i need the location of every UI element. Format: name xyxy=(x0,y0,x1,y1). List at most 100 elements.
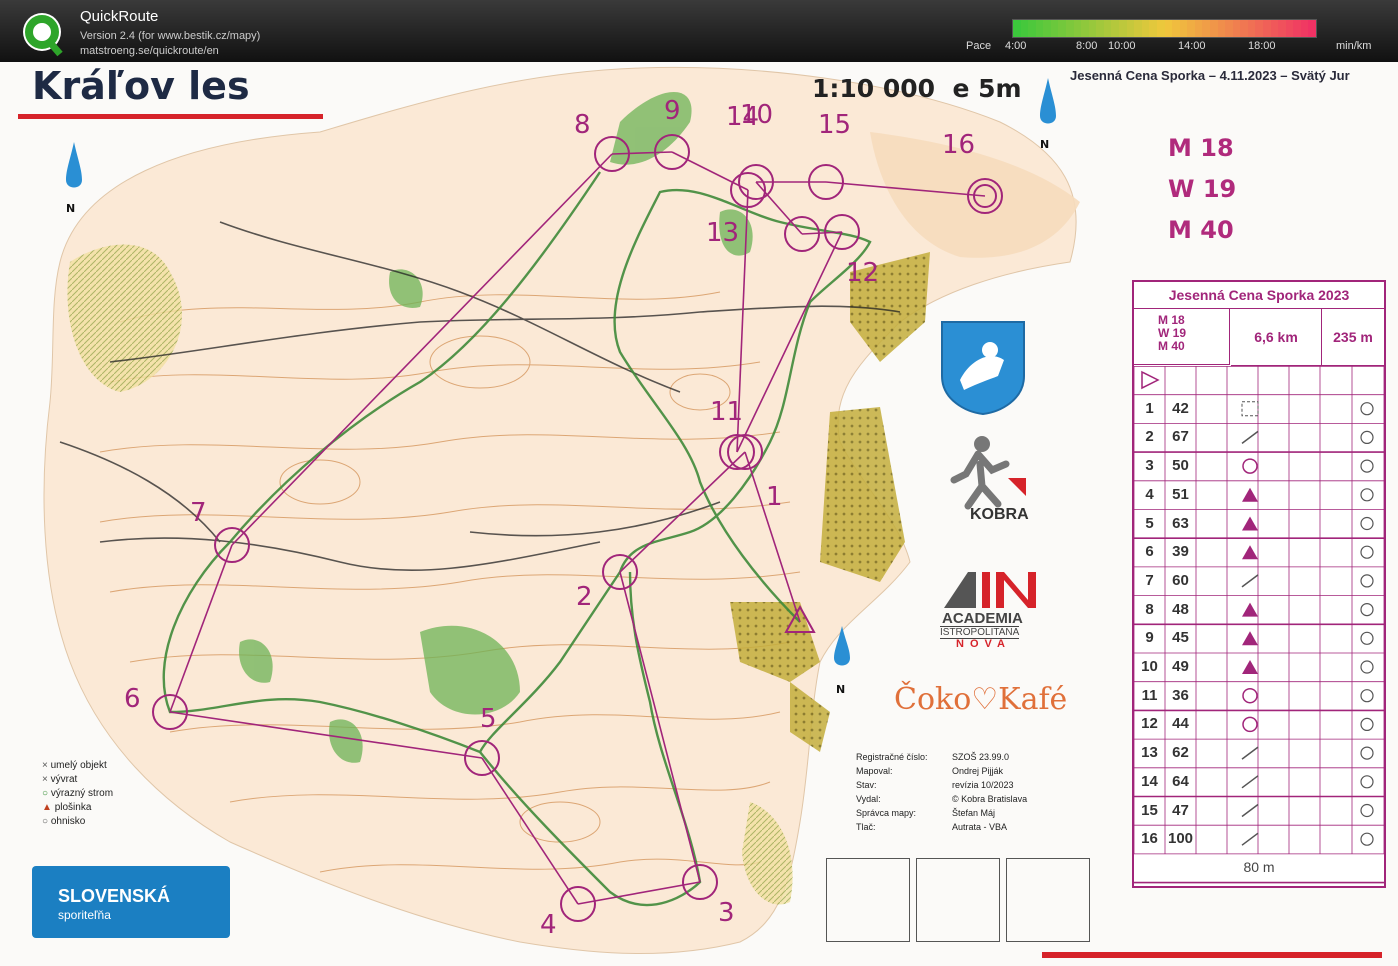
control-circle[interactable] xyxy=(602,554,638,590)
position-symbol-icon xyxy=(1360,717,1374,731)
academia-logo-icon xyxy=(944,572,1036,608)
info-label: Vydal: xyxy=(856,794,881,804)
control-number: 6 xyxy=(124,684,141,714)
feature-symbol-icon xyxy=(1241,803,1259,818)
control-number: 3 xyxy=(718,898,735,928)
legend-item: × vývrat xyxy=(42,774,78,785)
academia-line1: ACADEMIA xyxy=(942,610,1023,627)
control-circle[interactable] xyxy=(808,164,844,200)
info-label: Správca mapy: xyxy=(856,808,917,818)
coat-of-arms-icon xyxy=(941,321,1025,416)
position-symbol-icon xyxy=(1360,746,1374,760)
feature-symbol-icon xyxy=(1242,602,1258,617)
legend-item: × umelý objekt xyxy=(42,760,107,771)
desc-finish-distance: 80 m xyxy=(1243,859,1275,875)
control-sequence: 4 xyxy=(1145,485,1154,503)
control-code: 50 xyxy=(1172,457,1189,475)
info-label: Registračné číslo: xyxy=(856,752,928,762)
info-value: Autrata - VBA xyxy=(952,822,1008,832)
desc-length: 6,6 km xyxy=(1231,309,1322,366)
control-sequence: 5 xyxy=(1145,514,1154,532)
control-sequence: 11 xyxy=(1141,686,1158,704)
legend-item: ○ výrazný strom xyxy=(42,788,114,799)
blank-box xyxy=(826,858,910,942)
control-circle[interactable] xyxy=(594,136,630,172)
control-sequence: 13 xyxy=(1141,744,1158,762)
control-number: 2 xyxy=(576,582,593,612)
position-symbol-icon xyxy=(1360,574,1374,588)
feature-symbol-icon xyxy=(1242,487,1258,502)
control-sequence: 1 xyxy=(1145,399,1154,417)
bank-name: SLOVENSKÁ xyxy=(58,886,171,906)
control-circle[interactable] xyxy=(824,214,860,250)
position-symbol-icon xyxy=(1360,459,1374,473)
control-code: 44 xyxy=(1172,715,1189,733)
orienteering-map[interactable]: N N N Kráľov les 1:10 000 e 5m Jesenná C… xyxy=(0,62,1398,966)
control-number: 13 xyxy=(706,218,740,248)
position-symbol-icon xyxy=(1360,545,1374,559)
feature-symbol-icon xyxy=(1242,545,1258,560)
position-symbol-icon xyxy=(1360,689,1374,703)
control-circle[interactable] xyxy=(464,740,500,776)
info-value: Štefan Máj xyxy=(952,808,996,818)
info-value: © Kobra Bratislava xyxy=(952,794,1028,804)
feature-symbol-icon xyxy=(1242,631,1258,646)
info-label: Tlač: xyxy=(856,822,876,832)
position-symbol-icon xyxy=(1360,803,1374,818)
feature-symbol-icon xyxy=(1242,687,1258,704)
control-circle[interactable] xyxy=(152,694,188,730)
legend-item: ▲ plošinka xyxy=(42,802,92,813)
position-symbol-icon xyxy=(1360,402,1374,416)
control-sequence: 10 xyxy=(1141,658,1158,675)
position-symbol-icon xyxy=(1360,430,1374,445)
control-circle[interactable] xyxy=(560,886,596,922)
bank-logo: SLOVENSKÁ sporiteľňa xyxy=(32,866,230,938)
bottom-stripe xyxy=(1042,952,1382,958)
kobra-runner-icon xyxy=(950,436,1026,510)
feature-symbol-icon xyxy=(1241,401,1259,417)
feature-symbol-icon xyxy=(1242,458,1258,474)
control-code: 63 xyxy=(1172,514,1189,532)
control-number: 9 xyxy=(664,96,681,126)
control-sequence: 3 xyxy=(1145,457,1154,475)
control-circle[interactable] xyxy=(738,164,774,200)
legend-item: ○ ohnisko xyxy=(42,816,86,827)
control-code: 60 xyxy=(1172,571,1189,589)
control-circle[interactable] xyxy=(719,434,755,470)
control-circle[interactable] xyxy=(654,134,690,170)
quickroute-header: QuickRoute Version 2.4 (for www.bestik.c… xyxy=(0,0,1398,62)
feature-symbol-icon xyxy=(1241,746,1259,760)
control-description-sheet: Jesenná Cena Sporka 2023 M 18 W 19 M 40 … xyxy=(1132,280,1386,888)
control-sequence: 6 xyxy=(1145,543,1154,561)
position-symbol-icon xyxy=(1360,775,1374,789)
control-number: 5 xyxy=(480,704,497,734)
bank-subname: sporiteľňa xyxy=(58,908,111,922)
position-symbol-icon xyxy=(1360,832,1374,846)
position-symbol-icon xyxy=(1360,660,1374,674)
control-circle[interactable] xyxy=(784,216,820,252)
feature-symbol-icon xyxy=(1241,775,1259,789)
feature-symbol-icon xyxy=(1241,832,1259,846)
position-symbol-icon xyxy=(1360,516,1374,531)
pace-unit: min/km xyxy=(1336,40,1372,52)
control-sequence: 12 xyxy=(1141,715,1158,733)
control-circle[interactable] xyxy=(214,527,250,563)
control-circle[interactable] xyxy=(730,172,766,208)
coko-kafe-logo: Čoko♡Kafé xyxy=(894,682,1068,717)
control-circle[interactable] xyxy=(682,864,718,900)
control-sequence: 14 xyxy=(1141,772,1158,790)
control-sequence: 15 xyxy=(1141,801,1158,819)
info-value: revízia 10/2023 xyxy=(952,780,1014,790)
control-code: 48 xyxy=(1172,600,1189,618)
control-code: 62 xyxy=(1172,744,1189,762)
pace-tick: 8:00 xyxy=(1076,40,1098,52)
control-sequence: 2 xyxy=(1145,428,1154,446)
control-code: 42 xyxy=(1172,399,1189,417)
control-number: 14 xyxy=(726,102,760,132)
control-code: 49 xyxy=(1172,658,1189,675)
app-url[interactable]: matstroeng.se/quickroute/en xyxy=(80,45,219,57)
control-number: 12 xyxy=(846,258,880,288)
control-circle[interactable] xyxy=(727,434,763,470)
feature-symbol-icon xyxy=(1241,430,1259,445)
desc-climb: 235 m xyxy=(1322,309,1384,366)
